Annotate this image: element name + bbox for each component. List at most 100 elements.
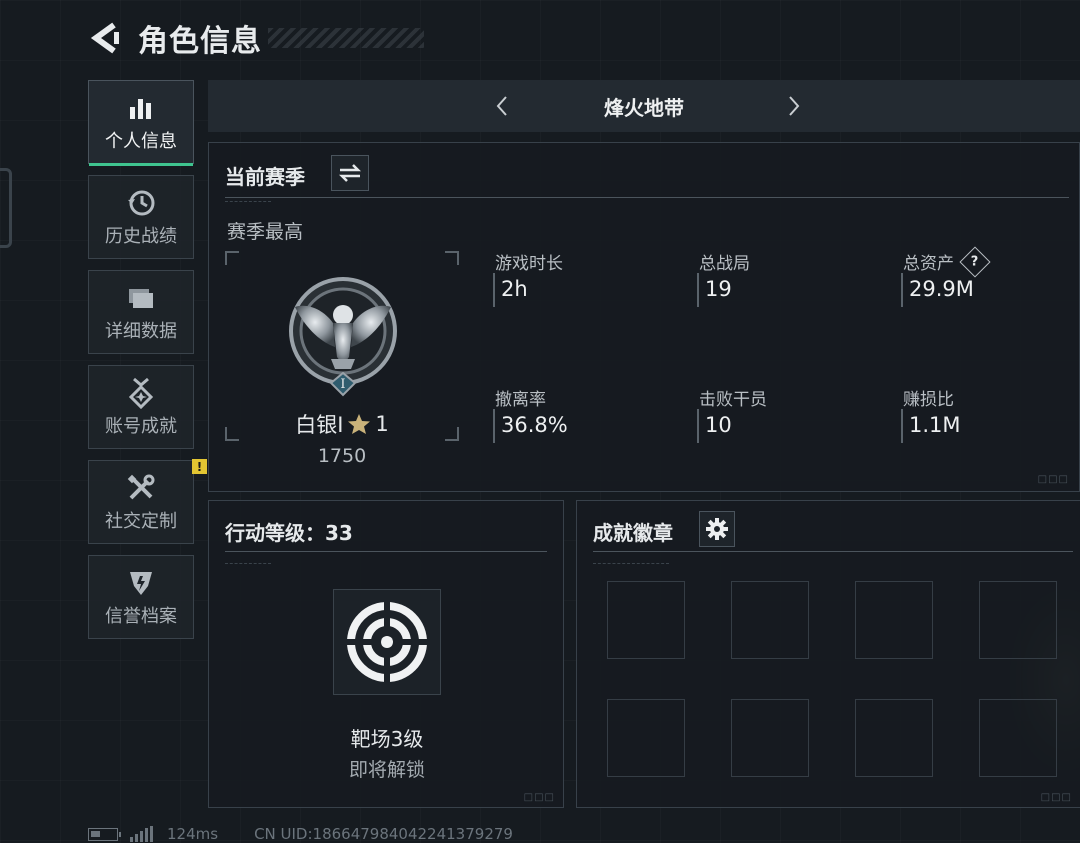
divider [225,551,547,552]
tools-icon [126,471,156,505]
alert-badge: ! [192,459,207,474]
rank-name-row: 白银Ⅰ 1 [225,409,459,439]
sidebar-item-social[interactable]: 社交定制 ! [88,459,207,544]
decorative-frame [0,168,12,248]
stat-label: 总资产 [903,254,954,274]
folder-icon [126,281,156,315]
stat-label: 赚损比 [903,390,954,410]
stat-total-matches: 总战局 19 [697,249,877,311]
rank-display: Ⅰ 白银Ⅰ 1 1750 [225,251,459,467]
stat-divider [697,273,699,307]
history-clock-icon [126,186,156,220]
battery-icon [88,827,121,841]
target-icon [347,602,427,682]
sidebar-item-profile[interactable]: 个人信息 [88,80,194,166]
season-switch-button[interactable] [331,155,369,191]
chevron-right-icon [789,96,800,116]
uid-text: CN UID:18664798404224137927​9 [254,825,513,843]
divider [225,201,271,204]
medal-icon [126,376,156,410]
unlock-status: 即将解锁 [348,759,425,781]
corner-decoration: □□□ [1040,792,1072,803]
sidebar-item-label: 个人信息 [105,131,177,152]
divider [593,551,1073,552]
corner-bracket [225,251,239,265]
stat-value: 29.9M [909,277,974,301]
stat-label: 总战局 [699,254,750,274]
unlock-reward-slot[interactable] [333,589,441,695]
stat-label: 击败干员 [699,390,767,410]
badge-slot[interactable] [855,699,933,777]
stat-total-assets: 总资产 ? 29.9M [901,245,1080,311]
stat-profit-loss: 赚损比 1.1M [901,385,1080,447]
stat-value: 19 [705,277,732,301]
stat-play-time: 游戏时长 2h [493,249,673,311]
level-panel: 行动等级：33 靶场3级 即将解锁 □□□ [208,500,564,808]
stat-label-row: 总资产 ? [903,245,991,278]
badge-slot[interactable] [979,581,1057,659]
sidebar-item-label: 信誉档案 [105,606,177,627]
status-bar: 124ms CN UID:18664798404224137927​9 [88,824,513,843]
badge-slot[interactable] [607,699,685,777]
page-header: 角色信息 [88,14,262,62]
sidebar-item-details[interactable]: 详细数据 [88,270,194,354]
corner-decoration: □□□ [1037,474,1069,485]
badge-slot[interactable] [731,699,809,777]
mode-selector: 烽火地带 [208,80,1080,132]
gear-icon [706,518,728,540]
page-title: 角色信息 [138,24,262,59]
rank-stars: 1 [375,412,389,436]
ping-value: 124ms [167,825,219,843]
level-title: 行动等级：33 [225,521,353,545]
badge-title: 成就徽章 [593,521,673,545]
stat-divider [493,409,495,443]
badge-settings-button[interactable] [699,511,735,547]
stat-extraction-rate: 撤离率 36.8% [493,385,673,447]
star-icon [348,414,371,434]
season-panel: 当前赛季 赛季最高 Ⅰ 白银Ⅰ 1 1750 游戏时长 2h 总战局 19 总资… [208,142,1080,492]
rank-emblem-icon: Ⅰ [289,277,397,397]
badge-slot[interactable] [731,581,809,659]
help-icon[interactable]: ? [959,245,991,278]
stat-value: 36.8% [501,413,568,437]
title-decoration [268,28,424,48]
sidebar-item-history[interactable]: 历史战绩 [88,175,194,259]
sidebar-item-label: 历史战绩 [105,226,177,247]
badge-slot[interactable] [979,699,1057,777]
stat-divider [901,409,903,443]
stat-divider [697,409,699,443]
sidebar-item-label: 账号成就 [105,416,177,437]
stat-label: 撤离率 [495,390,546,410]
mode-prev-button[interactable] [482,86,522,126]
shield-emblem-icon [126,566,156,600]
mode-next-button[interactable] [774,86,814,126]
corner-decoration: □□□ [523,792,555,803]
sidebar: 个人信息 历史战绩 详细数据 账号成就 社交定制 ! 信誉档案 [88,80,207,650]
sidebar-item-label: 社交定制 [105,511,177,532]
rank-score: 1750 [317,445,367,467]
bar-chart-icon [127,91,155,125]
help-icon-glyph: ? [971,253,979,269]
back-button[interactable] [88,18,122,58]
badge-slot[interactable] [855,581,933,659]
corner-bracket [445,251,459,265]
sidebar-item-achievements[interactable]: 账号成就 [88,365,194,449]
rank-name: 白银Ⅰ [295,413,344,437]
badge-slot[interactable] [607,581,685,659]
back-arrow-icon [90,22,119,54]
divider [225,563,271,566]
divider [225,197,1069,198]
mode-name: 烽火地带 [604,95,684,120]
season-title: 当前赛季 [225,165,305,189]
unlock-name: 靶场3级 [350,727,424,751]
season-subtitle: 赛季最高 [227,221,304,243]
stat-divider [901,273,903,307]
swap-icon [338,164,362,182]
stat-divider [493,273,495,307]
signal-icon [130,826,153,842]
sidebar-item-reputation[interactable]: 信誉档案 [88,555,194,639]
rank-tier-numeral: Ⅰ [340,377,345,392]
stat-value: 2h [501,277,528,301]
stat-operators-defeated: 击败干员 10 [697,385,877,447]
chevron-left-icon [496,96,507,116]
